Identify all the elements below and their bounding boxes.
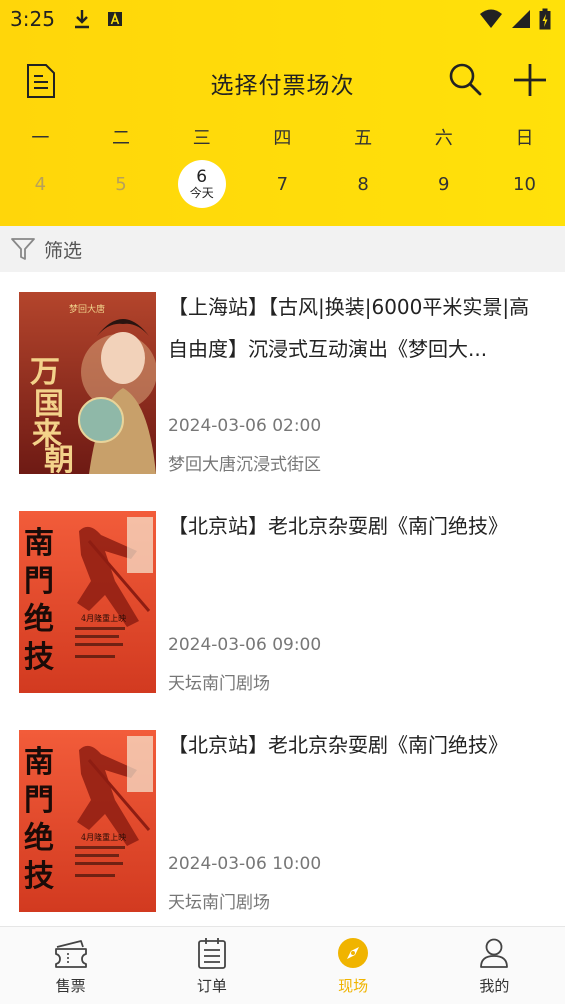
poster-char-3: 绝 <box>24 602 54 637</box>
weekday-label: 一 <box>31 128 50 149</box>
add-icon[interactable] <box>512 62 548 98</box>
tab-label: 售票 <box>55 977 86 995</box>
tab-me[interactable]: 我的 <box>424 927 565 1004</box>
filter-icon <box>11 238 35 260</box>
status-time: 3:25 <box>10 7 55 31</box>
poster-subtitle: 梦回大唐 <box>69 303 105 315</box>
today-circle: 6 今天 <box>177 160 226 208</box>
poster-char-2: 門 <box>24 783 54 818</box>
signal-icon <box>512 10 530 28</box>
tab-live[interactable]: 现场 <box>283 927 424 1004</box>
tab-label: 现场 <box>338 977 369 995</box>
poster-char-1: 南 <box>24 526 54 561</box>
date-item[interactable]: 9 <box>403 158 484 210</box>
event-poster: 梦回大唐 万 国 来 朝 <box>19 292 156 474</box>
event-item[interactable]: 南 門 绝 技 4月隆重上映 【北京站】老北京杂耍剧《南门绝技》 2024-03… <box>0 710 565 926</box>
event-item[interactable]: 南 門 绝 技 4月隆重上映 【北京站】老北京杂耍剧《南门绝技》 2024-03… <box>0 491 565 710</box>
event-time: 2024-03-06 09:00 <box>168 635 322 655</box>
user-icon <box>480 938 509 968</box>
date-item[interactable]: 4 <box>0 158 81 210</box>
weekday-row: 一 二 三 四 五 六 日 <box>0 122 565 152</box>
poster-char-4: 技 <box>24 859 54 894</box>
event-venue: 天坛南门剧场 <box>168 893 270 913</box>
tab-label: 我的 <box>479 977 510 995</box>
order-list-icon <box>197 938 226 969</box>
date-row: 4 5 6 今天 7 8 9 10 <box>0 158 565 210</box>
event-poster: 南 門 绝 技 4月隆重上映 <box>19 511 156 693</box>
weekday-label: 五 <box>354 128 373 149</box>
event-venue: 梦回大唐沉浸式街区 <box>168 455 321 475</box>
poster-char-2: 門 <box>24 564 54 599</box>
poster-char-1: 万 <box>30 355 60 390</box>
poster-subtitle: 4月隆重上映 <box>81 613 126 623</box>
notification-a-icon <box>107 12 122 26</box>
compass-icon <box>338 938 369 968</box>
header: 3:25 选择付票场次 一 二 三 四 五 六 日 4 5 6 今天 7 8 9… <box>0 0 565 226</box>
title-bar: 选择付票场次 <box>0 38 565 122</box>
status-bar: 3:25 <box>0 0 565 38</box>
event-time: 2024-03-06 02:00 <box>168 416 322 436</box>
event-list: 梦回大唐 万 国 来 朝 【上海站】【古风|换装|6000平米实景|高自由度】沉… <box>0 272 565 926</box>
bottom-tab-bar: 售票 订单 现场 我的 <box>0 926 565 1004</box>
date-item[interactable]: 10 <box>484 158 565 210</box>
weekday-label: 四 <box>273 128 292 149</box>
event-title: 【北京站】老北京杂耍剧《南门绝技》 <box>168 514 508 538</box>
poster-char-1: 南 <box>24 745 54 780</box>
weekday-label: 二 <box>112 128 131 149</box>
filter-label: 筛选 <box>44 239 83 262</box>
tab-tickets[interactable]: 售票 <box>0 927 141 1004</box>
event-title: 【上海站】【古风|换装|6000平米实景|高自由度】沉浸式互动演出《梦回大... <box>168 295 530 361</box>
wifi-icon <box>480 9 502 28</box>
today-label: 今天 <box>189 185 214 200</box>
download-icon <box>74 10 89 29</box>
event-venue: 天坛南门剧场 <box>168 674 270 694</box>
date-item-today[interactable]: 6 今天 <box>161 158 242 210</box>
poster-subtitle: 4月隆重上映 <box>81 832 126 842</box>
date-item[interactable]: 8 <box>323 158 404 210</box>
ticket-icon <box>54 940 87 968</box>
battery-icon <box>539 8 551 30</box>
tab-orders[interactable]: 订单 <box>141 927 282 1004</box>
event-title: 【北京站】老北京杂耍剧《南门绝技》 <box>168 733 508 757</box>
today-date: 6 <box>196 166 208 187</box>
date-item[interactable]: 7 <box>242 158 323 210</box>
weekday-label: 六 <box>434 128 453 149</box>
tab-label: 订单 <box>196 977 227 995</box>
date-item[interactable]: 5 <box>81 158 162 210</box>
poster-char-4: 技 <box>24 640 54 675</box>
event-item[interactable]: 梦回大唐 万 国 来 朝 【上海站】【古风|换装|6000平米实景|高自由度】沉… <box>0 272 565 491</box>
search-icon[interactable] <box>448 62 482 96</box>
event-poster: 南 門 绝 技 4月隆重上映 <box>19 730 156 912</box>
poster-char-3: 绝 <box>24 821 54 856</box>
poster-char-4: 朝 <box>44 443 74 474</box>
weekday-label: 三 <box>192 128 211 149</box>
weekday-label: 日 <box>515 128 534 149</box>
event-time: 2024-03-06 10:00 <box>168 854 322 874</box>
filter-bar[interactable]: 筛选 <box>0 226 565 272</box>
